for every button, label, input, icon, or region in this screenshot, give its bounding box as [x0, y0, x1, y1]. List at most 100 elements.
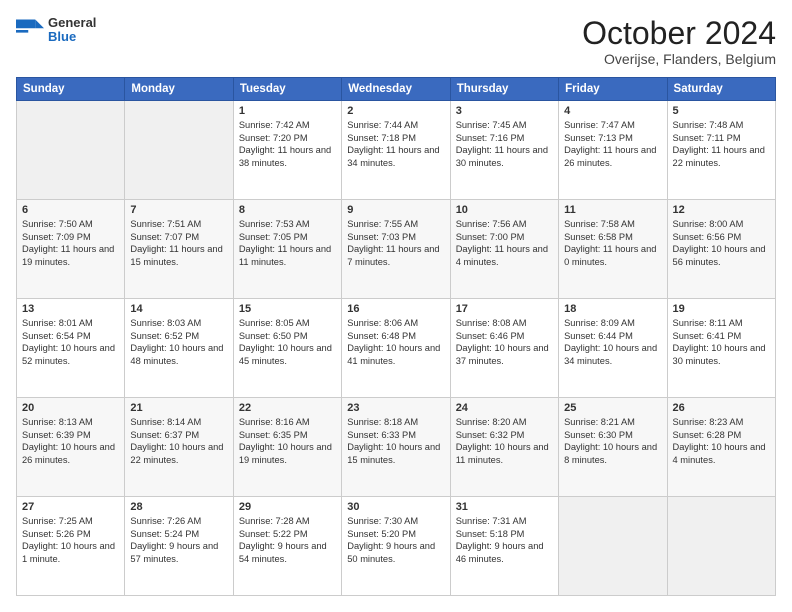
calendar-cell: 16Sunrise: 8:06 AM Sunset: 6:48 PM Dayli…: [342, 299, 450, 398]
calendar-cell: 17 Sunrise: 8:08 AM Sunset: 6:46 PM Dayli…: [450, 299, 558, 398]
calendar-cell: 13Sunrise: 8:01 AM Sunset: 6:54 PM Dayli…: [17, 299, 125, 398]
calendar-cell: 8 Sunrise: 7:53 AM Sunset: 7:05 PM Daylig…: [233, 200, 341, 299]
cell-content: Sunrise: 7:58 AM Sunset: 6:58 PM Dayligh…: [564, 218, 661, 268]
calendar-cell: 2 Sunrise: 7:44 AM Sunset: 7:18 PM Daylig…: [342, 101, 450, 200]
calendar-cell: 15 Sunrise: 8:05 AM Sunset: 6:50 PM Dayli…: [233, 299, 341, 398]
cell-content: Sunrise: 7:51 AM Sunset: 7:07 PM Dayligh…: [130, 218, 227, 268]
week-row-5: 27 Sunrise: 7:25 AM Sunset: 5:26 PM Dayli…: [17, 497, 776, 596]
cell-content: Sunrise: 8:09 AM Sunset: 6:44 PM Dayligh…: [564, 317, 661, 367]
day-header-sunday: Sunday: [17, 78, 125, 101]
cell-content: Sunrise: 7:50 AM Sunset: 7:09 PM Dayligh…: [22, 218, 119, 268]
calendar-cell: 6 Sunrise: 7:50 AM Sunset: 7:09 PM Daylig…: [17, 200, 125, 299]
calendar-cell: [17, 101, 125, 200]
cell-content: Sunrise: 8:03 AM Sunset: 6:52 PM Dayligh…: [130, 317, 227, 367]
cell-content: Sunrise: 8:08 AM Sunset: 6:46 PM Dayligh…: [456, 317, 553, 367]
cell-content: Sunrise: 7:30 AM Sunset: 5:20 PM Dayligh…: [347, 515, 444, 565]
cell-content: Sunrise: 7:47 AM Sunset: 7:13 PM Dayligh…: [564, 119, 661, 169]
day-number: 23: [347, 402, 444, 414]
calendar-cell: 10 Sunrise: 7:56 AM Sunset: 7:00 PM Dayli…: [450, 200, 558, 299]
day-number: 24: [456, 402, 553, 414]
calendar-cell: [125, 101, 233, 200]
cell-content: Sunrise: 8:18 AM Sunset: 6:33 PM Dayligh…: [347, 416, 444, 466]
calendar-cell: 24 Sunrise: 8:20 AM Sunset: 6:32 PM Dayli…: [450, 398, 558, 497]
calendar-cell: 30 Sunrise: 7:30 AM Sunset: 5:20 PM Dayli…: [342, 497, 450, 596]
day-number: 9: [347, 204, 444, 216]
logo: General Blue: [16, 16, 96, 45]
day-number: 19: [673, 303, 770, 315]
day-number: 10: [456, 204, 553, 216]
calendar-cell: 9Sunrise: 7:55 AM Sunset: 7:03 PM Daylig…: [342, 200, 450, 299]
day-number: 4: [564, 105, 661, 117]
day-number: 29: [239, 501, 336, 513]
day-header-thursday: Thursday: [450, 78, 558, 101]
day-header-tuesday: Tuesday: [233, 78, 341, 101]
day-number: 18: [564, 303, 661, 315]
cell-content: Sunrise: 7:25 AM Sunset: 5:26 PM Dayligh…: [22, 515, 119, 565]
week-row-1: 1 Sunrise: 7:42 AM Sunset: 7:20 PM Daylig…: [17, 101, 776, 200]
day-number: 17: [456, 303, 553, 315]
day-number: 25: [564, 402, 661, 414]
calendar-cell: 7Sunrise: 7:51 AM Sunset: 7:07 PM Daylig…: [125, 200, 233, 299]
logo-general-text: General: [48, 16, 96, 30]
calendar-cell: 4 Sunrise: 7:47 AM Sunset: 7:13 PM Daylig…: [559, 101, 667, 200]
header-row: SundayMondayTuesdayWednesdayThursdayFrid…: [17, 78, 776, 101]
cell-content: Sunrise: 8:06 AM Sunset: 6:48 PM Dayligh…: [347, 317, 444, 367]
day-header-friday: Friday: [559, 78, 667, 101]
day-number: 28: [130, 501, 227, 513]
cell-content: Sunrise: 8:05 AM Sunset: 6:50 PM Dayligh…: [239, 317, 336, 367]
title-block: October 2024 Overijse, Flanders, Belgium: [582, 16, 776, 67]
day-header-wednesday: Wednesday: [342, 78, 450, 101]
page: General Blue October 2024 Overijse, Flan…: [0, 0, 792, 612]
cell-content: Sunrise: 8:21 AM Sunset: 6:30 PM Dayligh…: [564, 416, 661, 466]
cell-content: Sunrise: 7:53 AM Sunset: 7:05 PM Dayligh…: [239, 218, 336, 268]
day-number: 3: [456, 105, 553, 117]
calendar-cell: 22 Sunrise: 8:16 AM Sunset: 6:35 PM Dayli…: [233, 398, 341, 497]
calendar-cell: 27 Sunrise: 7:25 AM Sunset: 5:26 PM Dayli…: [17, 497, 125, 596]
day-number: 27: [22, 501, 119, 513]
calendar-title: October 2024: [582, 16, 776, 51]
logo-blue-text: Blue: [48, 30, 96, 44]
week-row-4: 20Sunrise: 8:13 AM Sunset: 6:39 PM Dayli…: [17, 398, 776, 497]
cell-content: Sunrise: 8:01 AM Sunset: 6:54 PM Dayligh…: [22, 317, 119, 367]
day-number: 22: [239, 402, 336, 414]
day-number: 20: [22, 402, 119, 414]
calendar-table: SundayMondayTuesdayWednesdayThursdayFrid…: [16, 77, 776, 596]
cell-content: Sunrise: 7:31 AM Sunset: 5:18 PM Dayligh…: [456, 515, 553, 565]
logo-icon: [16, 16, 44, 44]
calendar-cell: 19 Sunrise: 8:11 AM Sunset: 6:41 PM Dayli…: [667, 299, 775, 398]
calendar-cell: 11 Sunrise: 7:58 AM Sunset: 6:58 PM Dayli…: [559, 200, 667, 299]
cell-content: Sunrise: 7:45 AM Sunset: 7:16 PM Dayligh…: [456, 119, 553, 169]
day-number: 21: [130, 402, 227, 414]
day-number: 2: [347, 105, 444, 117]
day-number: 8: [239, 204, 336, 216]
day-number: 1: [239, 105, 336, 117]
cell-content: Sunrise: 7:28 AM Sunset: 5:22 PM Dayligh…: [239, 515, 336, 565]
cell-content: Sunrise: 8:11 AM Sunset: 6:41 PM Dayligh…: [673, 317, 770, 367]
cell-content: Sunrise: 7:56 AM Sunset: 7:00 PM Dayligh…: [456, 218, 553, 268]
cell-content: Sunrise: 7:44 AM Sunset: 7:18 PM Dayligh…: [347, 119, 444, 169]
cell-content: Sunrise: 8:14 AM Sunset: 6:37 PM Dayligh…: [130, 416, 227, 466]
cell-content: Sunrise: 8:23 AM Sunset: 6:28 PM Dayligh…: [673, 416, 770, 466]
calendar-cell: 20Sunrise: 8:13 AM Sunset: 6:39 PM Dayli…: [17, 398, 125, 497]
day-number: 15: [239, 303, 336, 315]
calendar-cell: 14 Sunrise: 8:03 AM Sunset: 6:52 PM Dayli…: [125, 299, 233, 398]
day-number: 26: [673, 402, 770, 414]
day-number: 5: [673, 105, 770, 117]
header: General Blue October 2024 Overijse, Flan…: [16, 16, 776, 67]
day-number: 6: [22, 204, 119, 216]
calendar-cell: 26 Sunrise: 8:23 AM Sunset: 6:28 PM Dayli…: [667, 398, 775, 497]
cell-content: Sunrise: 7:42 AM Sunset: 7:20 PM Dayligh…: [239, 119, 336, 169]
cell-content: Sunrise: 8:16 AM Sunset: 6:35 PM Dayligh…: [239, 416, 336, 466]
cell-content: Sunrise: 7:26 AM Sunset: 5:24 PM Dayligh…: [130, 515, 227, 565]
cell-content: Sunrise: 8:00 AM Sunset: 6:56 PM Dayligh…: [673, 218, 770, 268]
day-number: 12: [673, 204, 770, 216]
calendar-cell: 18 Sunrise: 8:09 AM Sunset: 6:44 PM Dayli…: [559, 299, 667, 398]
day-number: 30: [347, 501, 444, 513]
cell-content: Sunrise: 7:48 AM Sunset: 7:11 PM Dayligh…: [673, 119, 770, 169]
cell-content: Sunrise: 8:20 AM Sunset: 6:32 PM Dayligh…: [456, 416, 553, 466]
week-row-2: 6 Sunrise: 7:50 AM Sunset: 7:09 PM Daylig…: [17, 200, 776, 299]
calendar-cell: 3 Sunrise: 7:45 AM Sunset: 7:16 PM Daylig…: [450, 101, 558, 200]
day-number: 11: [564, 204, 661, 216]
day-number: 14: [130, 303, 227, 315]
calendar-cell: 29 Sunrise: 7:28 AM Sunset: 5:22 PM Dayli…: [233, 497, 341, 596]
